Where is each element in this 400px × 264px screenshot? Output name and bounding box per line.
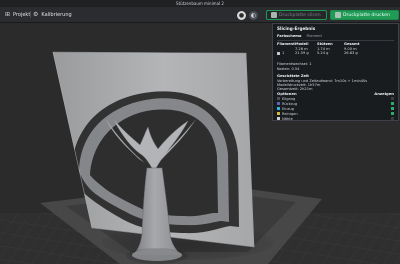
stats-row-support: 1.74 m 5.24 g bbox=[317, 47, 330, 56]
options-header-right: Anzeigen bbox=[374, 91, 394, 96]
stats-header-filament: Filament bbox=[277, 42, 295, 46]
option-visibility-checkbox[interactable] bbox=[391, 97, 394, 101]
options-list: Eilgang Rückzug Einzug Reinigen Nähte bbox=[277, 96, 394, 121]
stats-row-filament: 1 bbox=[277, 47, 295, 56]
option-swatch-icon bbox=[277, 102, 280, 106]
option-visibility-checkbox[interactable] bbox=[391, 102, 394, 106]
slice-plate-button[interactable]: Druckplatte slicen bbox=[266, 10, 327, 20]
top-toolbar: ⊞ Projekt ⚙ Kalibrierung ● ◐ Druckplatte… bbox=[0, 7, 400, 23]
view-alt-button[interactable]: ◐ bbox=[249, 11, 258, 20]
options-header-left: Optionen bbox=[277, 91, 297, 96]
tab-calibration[interactable]: ⚙ Kalibrierung bbox=[30, 10, 84, 19]
option-label: Reinigen bbox=[282, 111, 298, 116]
print-plate-label: Druckplatte drucken bbox=[343, 12, 390, 18]
panel-tab-color-scheme[interactable]: Farbschema bbox=[277, 34, 301, 38]
panel-title: Slicing-Ergebnis bbox=[277, 26, 316, 31]
option-label: Einzug bbox=[282, 106, 294, 111]
option-swatch-icon bbox=[277, 97, 280, 101]
slicing-result-panel: Slicing-Ergebnis Farbschema Filament Fil… bbox=[272, 23, 399, 121]
option-row[interactable]: Nähte bbox=[277, 116, 394, 121]
stats-row-model: 7.26 m 21.59 g bbox=[295, 47, 309, 56]
options-section: Optionen Anzeigen Eilgang Rückzug Einzug Re… bbox=[277, 91, 394, 121]
option-visibility-checkbox[interactable] bbox=[391, 117, 394, 120]
stats-header-support: Stützen bbox=[317, 42, 333, 46]
estimated-time-heading: Geschätzte Zeit bbox=[277, 74, 309, 78]
view-solid-icon: ● bbox=[238, 11, 245, 19]
slice-icon bbox=[271, 12, 277, 18]
print-plate-button[interactable]: Druckplatte drucken bbox=[330, 10, 399, 20]
panel-tab-filament[interactable]: Filament bbox=[306, 34, 321, 38]
stats-header-model: Modell bbox=[295, 42, 309, 46]
stats-row-total: 9.00 m 26.83 g bbox=[344, 47, 358, 56]
stats-header-total: Gesamt bbox=[344, 42, 360, 46]
option-swatch-icon bbox=[277, 107, 280, 111]
project-icon: ⊞ bbox=[5, 10, 11, 18]
cost: Kosten: 0.54 bbox=[277, 67, 300, 71]
tab-calibration-label: Kalibrierung bbox=[41, 11, 72, 18]
option-visibility-checkbox[interactable] bbox=[391, 107, 394, 111]
tab-project-label: Projekt bbox=[13, 11, 31, 18]
option-label: Nähte bbox=[282, 116, 293, 121]
filament-changes: Filamentwechsel: 1 bbox=[277, 62, 312, 66]
view-alt-icon: ◐ bbox=[250, 11, 257, 19]
stats-row-filament-value: 1 bbox=[282, 51, 285, 56]
option-label: Rückzug bbox=[282, 101, 298, 106]
filament-stats-table: Filament Modell Stützen Gesamt 1 7.26 m … bbox=[277, 42, 394, 56]
view-solid-button[interactable]: ● bbox=[237, 11, 246, 20]
option-label: Eilgang bbox=[282, 96, 296, 101]
panel-divider bbox=[277, 40, 394, 41]
panel-tabs: Farbschema Filament bbox=[277, 34, 322, 38]
option-visibility-checkbox[interactable] bbox=[391, 112, 394, 116]
tab-project[interactable]: ⊞ Projekt bbox=[2, 10, 30, 19]
option-swatch-icon bbox=[277, 117, 280, 120]
print-icon bbox=[335, 12, 341, 18]
calibration-icon: ⚙ bbox=[33, 10, 39, 18]
slice-plate-label: Druckplatte slicen bbox=[279, 12, 321, 18]
option-swatch-icon bbox=[277, 112, 280, 116]
filament-swatch-icon bbox=[277, 51, 280, 55]
window-title: Stützenbaum minimal 2 bbox=[176, 1, 224, 6]
tree-base-shadow bbox=[126, 248, 188, 264]
